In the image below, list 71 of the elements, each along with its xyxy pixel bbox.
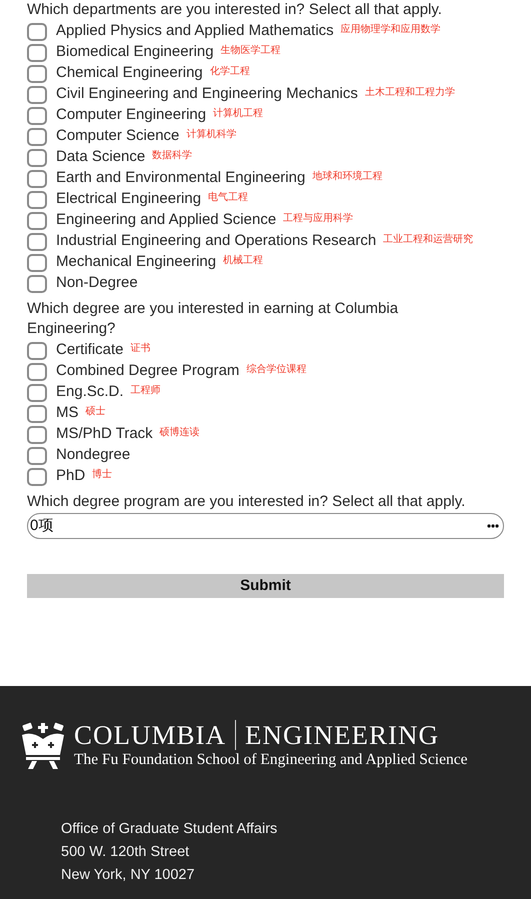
checkbox[interactable] bbox=[27, 362, 47, 380]
checkbox[interactable] bbox=[27, 274, 47, 292]
checkbox[interactable] bbox=[27, 128, 47, 146]
translation-note: 机械工程 bbox=[223, 254, 264, 268]
translation-note: 计算机科学 bbox=[186, 128, 236, 142]
translation-note: 工程与应用科学 bbox=[283, 212, 354, 226]
checkbox[interactable] bbox=[27, 446, 47, 464]
translation-note: 土木工程和工程力学 bbox=[364, 86, 455, 100]
option-label: Eng.Sc.D. bbox=[56, 382, 124, 402]
checkbox[interactable] bbox=[27, 384, 47, 402]
address-line: 500 W. 120th Street bbox=[61, 843, 190, 862]
option-label: Non-Degree bbox=[56, 273, 138, 294]
question-text: Which departments are you interested in? Select all that apply. bbox=[27, 0, 443, 20]
translation-note: 工程师 bbox=[130, 384, 161, 398]
option-label: Biomedical Engineering bbox=[56, 42, 214, 62]
translation-note: 综合学位课程 bbox=[246, 362, 306, 377]
address-line: New York, NY 10027 bbox=[61, 866, 196, 885]
option-label: Applied Physics and Applied Mathematics bbox=[56, 21, 334, 42]
dropdown-field[interactable]: 0项 bbox=[27, 513, 504, 539]
translation-note: 电气工程 bbox=[208, 190, 248, 205]
checkbox[interactable] bbox=[27, 64, 47, 82]
translation-note: 硕博连读 bbox=[160, 426, 200, 440]
checkbox[interactable] bbox=[27, 468, 47, 486]
option-label: Computer Engineering bbox=[56, 105, 206, 126]
option-label: MS/PhD Track bbox=[56, 424, 153, 444]
checkbox[interactable] bbox=[27, 148, 47, 166]
translation-note: 博士 bbox=[92, 468, 112, 482]
address-line: Office of Graduate Student Affairs bbox=[61, 820, 278, 839]
crown-icon bbox=[20, 721, 66, 769]
translation-note: 计算机工程 bbox=[213, 106, 264, 121]
translation-note: 地球和环境工程 bbox=[312, 170, 382, 184]
submit-button[interactable]: Submit bbox=[27, 574, 504, 598]
option-label: Certificate bbox=[56, 340, 124, 360]
checkbox[interactable] bbox=[27, 170, 47, 188]
option-label: Combined Degree Program bbox=[56, 361, 240, 382]
option-label: Nondegree bbox=[56, 445, 130, 466]
option-label: Industrial Engineering and Operations Research bbox=[56, 231, 376, 252]
checkbox[interactable] bbox=[27, 404, 47, 422]
question-text: Which degree program are you interested in? Select all that apply. bbox=[27, 492, 466, 512]
checkbox[interactable] bbox=[27, 44, 47, 62]
checkbox[interactable] bbox=[27, 212, 47, 230]
option-label: Data Science bbox=[56, 147, 146, 168]
more-icon[interactable] bbox=[487, 524, 499, 528]
checkbox[interactable] bbox=[27, 22, 47, 40]
translation-note: 化学工程 bbox=[210, 65, 250, 79]
translation-note: 证书 bbox=[130, 342, 151, 356]
option-label: Civil Engineering and Engineering Mechanics bbox=[56, 84, 358, 104]
checkbox[interactable] bbox=[27, 342, 47, 360]
checkbox[interactable] bbox=[27, 254, 47, 272]
option-label: MS bbox=[56, 403, 78, 424]
option-label: Mechanical Engineering bbox=[56, 252, 216, 272]
checkbox[interactable] bbox=[27, 232, 47, 250]
checkbox[interactable] bbox=[27, 426, 47, 444]
option-label: Computer Science bbox=[56, 126, 180, 146]
checkbox[interactable] bbox=[27, 190, 47, 208]
translation-note: 数据科学 bbox=[152, 148, 192, 163]
option-label: Engineering and Applied Science bbox=[56, 210, 276, 230]
brand-school: ENGINEERING bbox=[245, 720, 439, 750]
option-label: PhD bbox=[56, 466, 86, 486]
option-label: Electrical Engineering bbox=[56, 189, 202, 210]
translation-note: 应用物理学和应用数学 bbox=[340, 22, 441, 37]
translation-note: 工业工程和运营研究 bbox=[383, 232, 474, 247]
translation-note: 生物医学工程 bbox=[220, 44, 281, 58]
option-label: Chemical Engineering bbox=[56, 63, 203, 84]
brand-name: COLUMBIA bbox=[74, 720, 226, 750]
translation-note: 硕士 bbox=[86, 404, 106, 419]
question-text: Which degree are you interested in earning at Columbia Engineering? bbox=[27, 299, 400, 339]
brand-tagline: The Fu Foundation School of Engineering and Applied Science bbox=[74, 750, 468, 770]
checkbox[interactable] bbox=[27, 106, 47, 124]
option-label: Earth and Environmental Engineering bbox=[56, 168, 306, 188]
checkbox[interactable] bbox=[27, 86, 47, 104]
